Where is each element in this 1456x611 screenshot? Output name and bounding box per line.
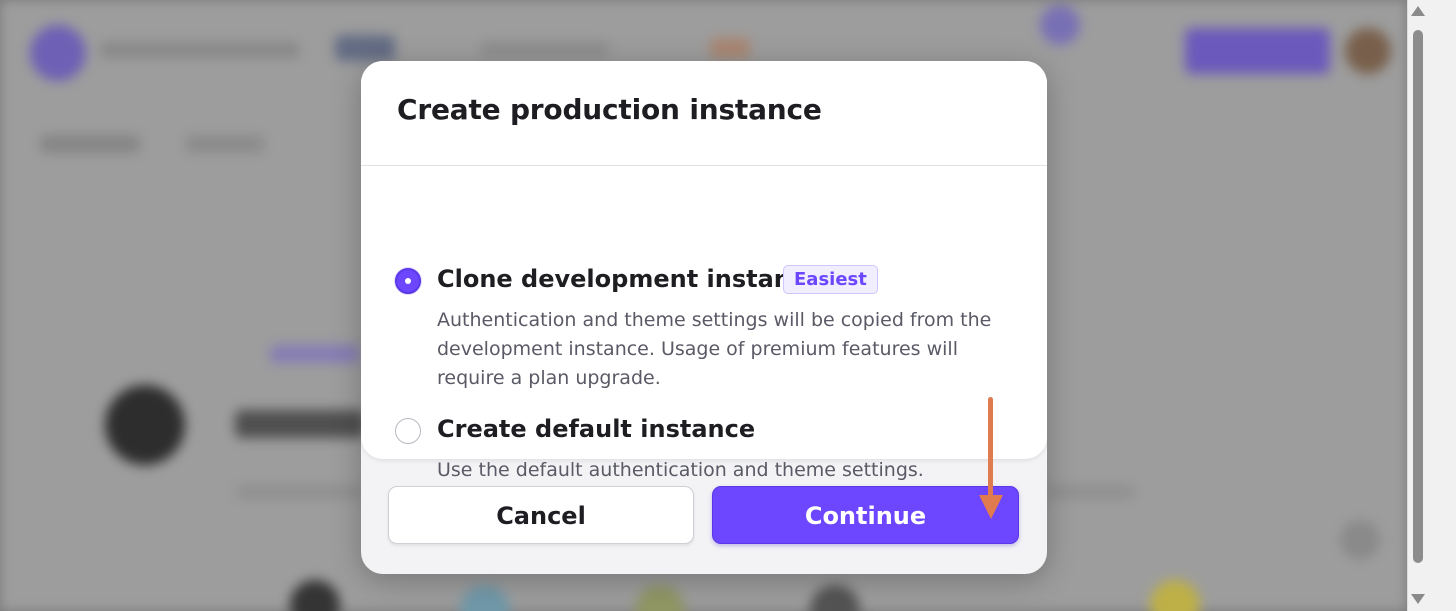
scrollbar-thumb[interactable]	[1413, 30, 1423, 563]
create-production-instance-dialog: Create production instance Clone develop…	[361, 61, 1047, 574]
option-description-create-default: Use the default authentication and theme…	[437, 459, 924, 481]
cancel-button[interactable]: Cancel	[388, 486, 694, 544]
option-title-clone-development[interactable]: Clone development instance	[437, 265, 821, 293]
radio-create-default[interactable]	[395, 418, 421, 444]
annotation-arrow-down-icon	[979, 495, 1003, 519]
vertical-scrollbar[interactable]	[1407, 0, 1456, 611]
radio-clone-development[interactable]	[395, 268, 421, 294]
dialog-header: Create production instance	[361, 61, 1047, 166]
continue-button[interactable]: Continue	[712, 486, 1019, 544]
easiest-badge: Easiest	[783, 265, 878, 294]
dialog-title: Create production instance	[397, 93, 822, 126]
page: Create production instance Clone develop…	[0, 0, 1456, 611]
scroll-up-arrow-icon[interactable]	[1411, 6, 1425, 16]
dialog-body: Clone development instance Easiest Authe…	[361, 166, 1047, 481]
option-description-clone-development: Authentication and theme settings will b…	[437, 309, 992, 389]
annotation-arrow-shaft	[988, 397, 993, 507]
option-title-create-default[interactable]: Create default instance	[437, 415, 755, 443]
scroll-down-arrow-icon[interactable]	[1411, 594, 1425, 604]
